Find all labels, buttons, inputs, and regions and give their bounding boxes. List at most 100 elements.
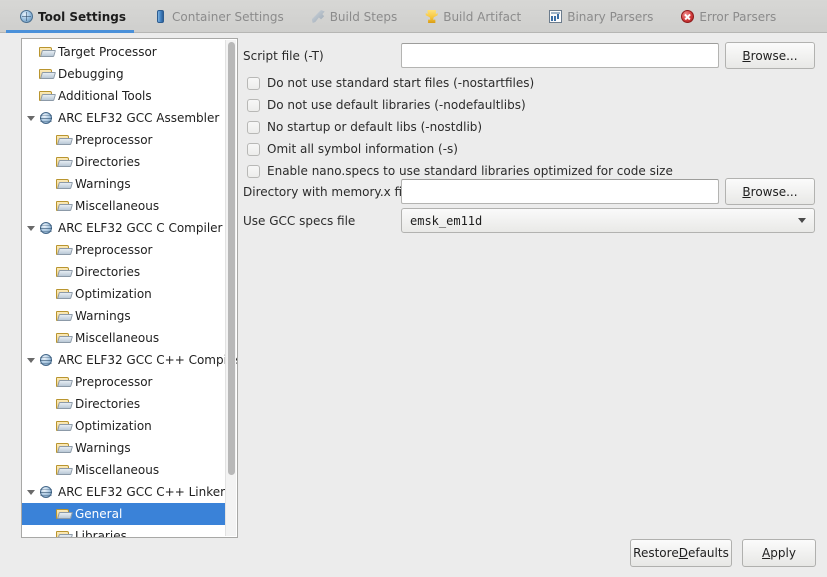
folder-icon bbox=[56, 419, 72, 433]
tree-item-directories[interactable]: Directories bbox=[22, 261, 227, 283]
tree-item-label: ARC ELF32 GCC C++ Compiler bbox=[58, 353, 238, 367]
browse-mnemonic: B bbox=[742, 184, 751, 199]
restore-defaults-button[interactable]: Restore Defaults bbox=[630, 539, 732, 567]
tree-expander-icon[interactable] bbox=[22, 357, 39, 363]
tree-item-preprocessor[interactable]: Preprocessor bbox=[22, 239, 227, 261]
folder-icon bbox=[56, 287, 72, 301]
checkbox-nodefaultlibs[interactable]: Do not use default libraries (-nodefault… bbox=[247, 96, 526, 114]
checkbox-label: Do not use standard start files (-nostar… bbox=[267, 76, 535, 90]
checkbox-nostdlib[interactable]: No startup or default libs (-nostdlib) bbox=[247, 118, 482, 136]
tree-item-arc-elf32-gcc-c-compiler[interactable]: ARC ELF32 GCC C++ Compiler bbox=[22, 349, 237, 371]
tree-item-optimization[interactable]: Optimization bbox=[22, 283, 227, 305]
tree-item-preprocessor[interactable]: Preprocessor bbox=[22, 371, 227, 393]
memory-dir-browse-button[interactable]: Browse... bbox=[725, 178, 815, 205]
node-icon bbox=[39, 221, 55, 235]
tab-error-parsers[interactable]: Error Parsers bbox=[667, 0, 790, 33]
tree-item-label: Miscellaneous bbox=[75, 199, 160, 213]
tree-item-label: Debugging bbox=[58, 67, 124, 81]
checkbox-nostartfiles[interactable]: Do not use standard start files (-nostar… bbox=[247, 74, 534, 92]
folder-icon bbox=[56, 397, 72, 411]
specs-file-dropdown[interactable]: emsk_em11d bbox=[401, 208, 815, 233]
checkbox-box[interactable] bbox=[247, 98, 260, 112]
restore-defaults-pre: Restore bbox=[633, 546, 679, 560]
tree-item-additional-tools[interactable]: Additional Tools bbox=[22, 85, 227, 107]
checkbox-box[interactable] bbox=[247, 76, 260, 90]
tab-binary-parsers[interactable]: Binary Parsers bbox=[535, 0, 667, 33]
tab-tool-settings[interactable]: Tool Settings bbox=[0, 0, 140, 33]
tree-item-warnings[interactable]: Warnings bbox=[22, 173, 227, 195]
tab-container-settings[interactable]: Container Settings bbox=[140, 0, 298, 33]
tab-label: Error Parsers bbox=[699, 9, 777, 24]
checkbox-omit-symbols[interactable]: Omit all symbol information (-s) bbox=[247, 140, 458, 158]
checkbox-nano-specs[interactable]: Enable nano.specs to use standard librar… bbox=[247, 162, 673, 180]
apply-button[interactable]: Apply bbox=[742, 539, 816, 567]
folder-icon bbox=[56, 243, 72, 257]
script-file-browse-button[interactable]: Browse... bbox=[725, 42, 815, 69]
script-file-input[interactable] bbox=[401, 43, 719, 68]
tree-item-label: ARC ELF32 GCC C++ Linker bbox=[58, 485, 226, 499]
folder-icon bbox=[56, 199, 72, 213]
tree-item-arc-elf32-gcc-assembler[interactable]: ARC ELF32 GCC Assembler bbox=[22, 107, 227, 129]
specs-file-value: emsk_em11d bbox=[410, 213, 483, 228]
folder-icon bbox=[56, 309, 72, 323]
node-icon bbox=[39, 353, 55, 367]
folder-icon bbox=[56, 507, 72, 521]
checkbox-box[interactable] bbox=[247, 142, 260, 156]
tab-build-steps[interactable]: Build Steps bbox=[298, 0, 412, 33]
tree-expander-icon[interactable] bbox=[22, 225, 39, 231]
tree-item-directories[interactable]: Directories bbox=[22, 151, 227, 173]
tree-item-optimization[interactable]: Optimization bbox=[22, 415, 227, 437]
tree-item-label: Preprocessor bbox=[75, 133, 153, 147]
linker-general-settings-panel: Script file (-T) Browse... Do not use st… bbox=[243, 38, 815, 528]
memory-dir-input[interactable] bbox=[401, 179, 719, 204]
tree-item-label: ARC ELF32 GCC Assembler bbox=[58, 111, 220, 125]
tree-item-label: Target Processor bbox=[58, 45, 157, 59]
tree-item-general[interactable]: General bbox=[22, 503, 227, 525]
tree-item-debugging[interactable]: Debugging bbox=[22, 63, 227, 85]
folder-icon bbox=[56, 155, 72, 169]
tree-item-label: Warnings bbox=[75, 441, 131, 455]
restore-defaults-mnemonic: D bbox=[678, 546, 688, 560]
checkbox-box[interactable] bbox=[247, 164, 260, 178]
tree-scrollbar[interactable] bbox=[225, 40, 236, 536]
tool-settings-icon bbox=[20, 10, 33, 23]
tree-item-warnings[interactable]: Warnings bbox=[22, 305, 227, 327]
tree-item-warnings[interactable]: Warnings bbox=[22, 437, 227, 459]
chevron-down-icon bbox=[26, 357, 35, 363]
folder-icon bbox=[56, 441, 72, 455]
tab-label: Container Settings bbox=[172, 9, 284, 24]
folder-icon bbox=[56, 177, 72, 191]
tree-expander-icon[interactable] bbox=[22, 489, 39, 495]
browse-rest: rowse... bbox=[750, 48, 798, 63]
tree-item-arc-elf32-gcc-c-compiler[interactable]: ARC ELF32 GCC C Compiler bbox=[22, 217, 227, 239]
checkbox-box[interactable] bbox=[247, 120, 260, 134]
tree-item-miscellaneous[interactable]: Miscellaneous bbox=[22, 327, 227, 349]
folder-icon bbox=[56, 463, 72, 477]
tree-item-label: Preprocessor bbox=[75, 243, 153, 257]
tree-item-label: Preprocessor bbox=[75, 375, 153, 389]
apply-mnemonic: A bbox=[762, 546, 771, 560]
tree-item-label: Warnings bbox=[75, 177, 131, 191]
browse-rest: rowse... bbox=[750, 184, 798, 199]
tree-item-arc-elf32-gcc-c-linker[interactable]: ARC ELF32 GCC C++ Linker bbox=[22, 481, 227, 503]
folder-icon bbox=[56, 133, 72, 147]
node-icon bbox=[39, 485, 55, 499]
tree-expander-icon[interactable] bbox=[22, 115, 39, 121]
tree-item-label: Miscellaneous bbox=[75, 463, 160, 477]
tree-item-directories[interactable]: Directories bbox=[22, 393, 227, 415]
apply-post: pply bbox=[770, 546, 796, 560]
tree-item-miscellaneous[interactable]: Miscellaneous bbox=[22, 195, 227, 217]
folder-icon bbox=[39, 45, 55, 59]
trophy-icon bbox=[425, 10, 438, 23]
tree-scrollbar-thumb[interactable] bbox=[228, 42, 235, 475]
tree-item-target-processor[interactable]: Target Processor bbox=[22, 41, 227, 63]
checkbox-label: Omit all symbol information (-s) bbox=[267, 142, 458, 156]
folder-icon bbox=[56, 331, 72, 345]
folder-icon bbox=[56, 265, 72, 279]
settings-tree[interactable]: Target Processor Debugging Additional Tool… bbox=[22, 39, 237, 537]
tree-item-preprocessor[interactable]: Preprocessor bbox=[22, 129, 227, 151]
tab-label: Tool Settings bbox=[38, 9, 127, 24]
tree-item-miscellaneous[interactable]: Miscellaneous bbox=[22, 459, 227, 481]
tab-build-artifact[interactable]: Build Artifact bbox=[411, 0, 535, 33]
chevron-down-icon bbox=[798, 218, 806, 223]
